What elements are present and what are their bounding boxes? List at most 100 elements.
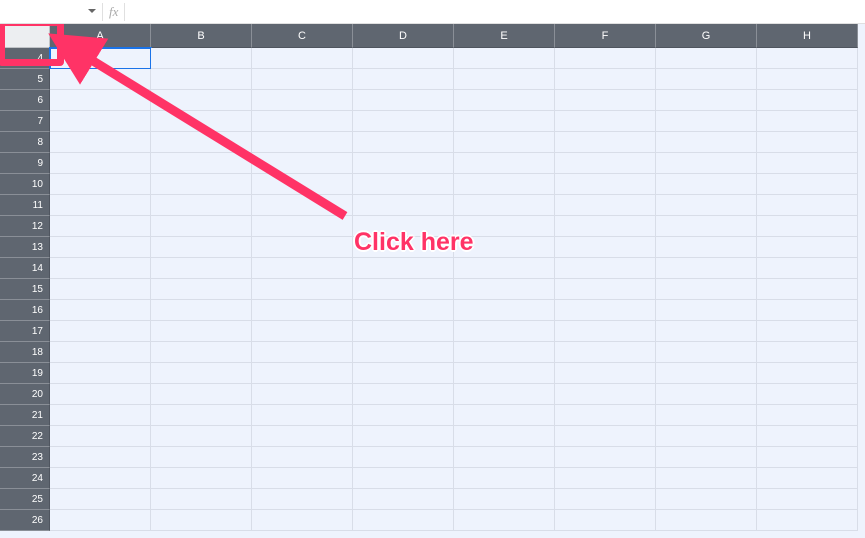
cell-F12[interactable] [555, 216, 656, 237]
row-header-5[interactable]: 5 [0, 69, 50, 90]
cell-C18[interactable] [252, 342, 353, 363]
cell-D9[interactable] [353, 153, 454, 174]
cell-G4[interactable] [656, 48, 757, 69]
row-header-23[interactable]: 23 [0, 447, 50, 468]
cell-A8[interactable] [50, 132, 151, 153]
cell-B15[interactable] [151, 279, 252, 300]
cell-G25[interactable] [656, 489, 757, 510]
cell-F19[interactable] [555, 363, 656, 384]
cell-C26[interactable] [252, 510, 353, 531]
cell-F22[interactable] [555, 426, 656, 447]
cell-G21[interactable] [656, 405, 757, 426]
cell-A19[interactable] [50, 363, 151, 384]
column-header-d[interactable]: D [353, 24, 454, 48]
cell-E10[interactable] [454, 174, 555, 195]
formula-input[interactable] [125, 2, 865, 22]
column-header-b[interactable]: B [151, 24, 252, 48]
column-header-f[interactable]: F [555, 24, 656, 48]
cell-H25[interactable] [757, 489, 858, 510]
cell-D24[interactable] [353, 468, 454, 489]
cell-D13[interactable] [353, 237, 454, 258]
cell-F6[interactable] [555, 90, 656, 111]
cell-D20[interactable] [353, 384, 454, 405]
cell-C4[interactable] [252, 48, 353, 69]
cell-A25[interactable] [50, 489, 151, 510]
row-header-26[interactable]: 26 [0, 510, 50, 531]
cell-G6[interactable] [656, 90, 757, 111]
cell-H16[interactable] [757, 300, 858, 321]
cell-B14[interactable] [151, 258, 252, 279]
cell-D25[interactable] [353, 489, 454, 510]
column-header-g[interactable]: G [656, 24, 757, 48]
row-header-22[interactable]: 22 [0, 426, 50, 447]
cell-F10[interactable] [555, 174, 656, 195]
cell-E11[interactable] [454, 195, 555, 216]
cell-F9[interactable] [555, 153, 656, 174]
column-header-h[interactable]: H [757, 24, 858, 48]
cell-G20[interactable] [656, 384, 757, 405]
cell-B21[interactable] [151, 405, 252, 426]
cell-D11[interactable] [353, 195, 454, 216]
cell-D18[interactable] [353, 342, 454, 363]
cell-C23[interactable] [252, 447, 353, 468]
cell-A24[interactable] [50, 468, 151, 489]
select-all-corner[interactable] [0, 24, 50, 48]
cell-C12[interactable] [252, 216, 353, 237]
cell-B13[interactable] [151, 237, 252, 258]
cell-B18[interactable] [151, 342, 252, 363]
cell-F13[interactable] [555, 237, 656, 258]
cell-E13[interactable] [454, 237, 555, 258]
cell-G5[interactable] [656, 69, 757, 90]
cell-H26[interactable] [757, 510, 858, 531]
cell-H7[interactable] [757, 111, 858, 132]
row-header-12[interactable]: 12 [0, 216, 50, 237]
cell-C16[interactable] [252, 300, 353, 321]
cell-H6[interactable] [757, 90, 858, 111]
cell-A13[interactable] [50, 237, 151, 258]
cell-F14[interactable] [555, 258, 656, 279]
cell-G19[interactable] [656, 363, 757, 384]
cell-D7[interactable] [353, 111, 454, 132]
cell-E25[interactable] [454, 489, 555, 510]
cell-A16[interactable] [50, 300, 151, 321]
cell-G7[interactable] [656, 111, 757, 132]
cell-B7[interactable] [151, 111, 252, 132]
cell-B22[interactable] [151, 426, 252, 447]
cell-E8[interactable] [454, 132, 555, 153]
cell-E7[interactable] [454, 111, 555, 132]
cell-G18[interactable] [656, 342, 757, 363]
cell-D21[interactable] [353, 405, 454, 426]
row-header-4[interactable]: 4 [0, 48, 50, 69]
cell-A26[interactable] [50, 510, 151, 531]
column-header-c[interactable]: C [252, 24, 353, 48]
cell-H12[interactable] [757, 216, 858, 237]
cell-D4[interactable] [353, 48, 454, 69]
cell-C22[interactable] [252, 426, 353, 447]
row-header-11[interactable]: 11 [0, 195, 50, 216]
cell-H8[interactable] [757, 132, 858, 153]
cell-B6[interactable] [151, 90, 252, 111]
row-header-8[interactable]: 8 [0, 132, 50, 153]
cell-C11[interactable] [252, 195, 353, 216]
cell-F8[interactable] [555, 132, 656, 153]
cell-D10[interactable] [353, 174, 454, 195]
name-box-dropdown[interactable] [84, 9, 100, 14]
cell-H22[interactable] [757, 426, 858, 447]
cell-D14[interactable] [353, 258, 454, 279]
cell-F16[interactable] [555, 300, 656, 321]
row-header-25[interactable]: 25 [0, 489, 50, 510]
cell-H23[interactable] [757, 447, 858, 468]
cell-B26[interactable] [151, 510, 252, 531]
cell-C5[interactable] [252, 69, 353, 90]
cell-H14[interactable] [757, 258, 858, 279]
cell-H5[interactable] [757, 69, 858, 90]
cell-D12[interactable] [353, 216, 454, 237]
cell-B4[interactable] [151, 48, 252, 69]
cell-A9[interactable] [50, 153, 151, 174]
cell-A7[interactable] [50, 111, 151, 132]
cell-H9[interactable] [757, 153, 858, 174]
row-header-6[interactable]: 6 [0, 90, 50, 111]
cell-A17[interactable] [50, 321, 151, 342]
cell-C14[interactable] [252, 258, 353, 279]
cell-A14[interactable] [50, 258, 151, 279]
